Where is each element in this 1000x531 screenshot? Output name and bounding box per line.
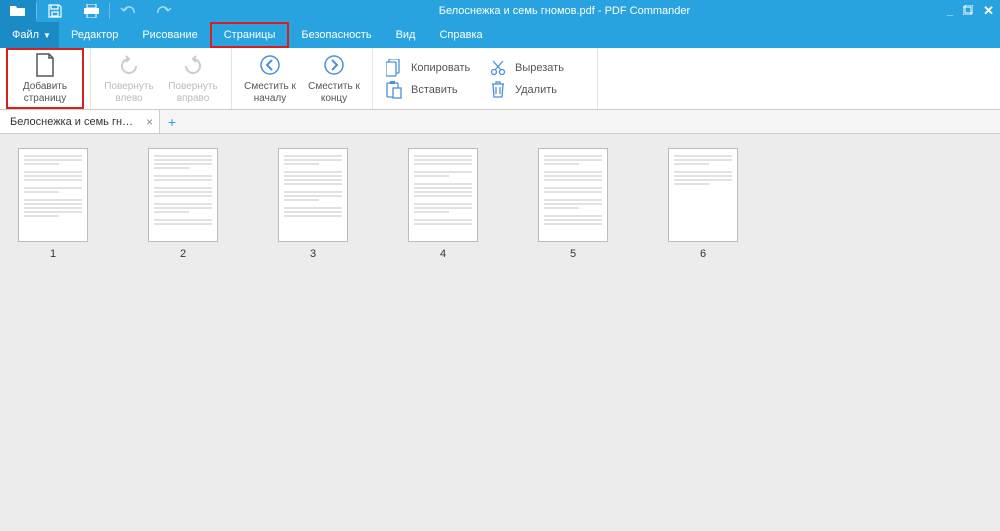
thumbnail-item[interactable]: 1 (18, 148, 88, 260)
save-button[interactable] (37, 0, 73, 22)
label: Вставить (411, 84, 458, 96)
shift-start-button[interactable]: Сместить к началу (238, 48, 302, 109)
page-thumbnail (408, 148, 478, 242)
arrow-right-circle-icon (323, 53, 345, 77)
document-tab[interactable]: Белоснежка и семь гном... × (0, 110, 160, 133)
label-l1: Сместить к (308, 81, 360, 93)
label-l2: началу (254, 93, 286, 105)
scissors-icon (489, 60, 507, 76)
close-tab-icon[interactable]: × (146, 115, 153, 129)
menu-bar: Файл ▼ Редактор Рисование Страницы Безоп… (0, 22, 1000, 48)
page-thumbnail (538, 148, 608, 242)
label-l1: Добавить (23, 81, 67, 93)
ribbon-group-rotate: Повернуть влево Повернуть вправо (91, 48, 232, 109)
page-number-label: 1 (50, 248, 56, 260)
page-thumbnail (148, 148, 218, 242)
arrow-left-circle-icon (259, 53, 281, 77)
label-l2: страницу (24, 93, 67, 105)
label-l1: Повернуть (104, 81, 153, 93)
page-thumbnail (18, 148, 88, 242)
menu-file[interactable]: Файл ▼ (0, 22, 59, 48)
undo-button[interactable] (110, 0, 146, 22)
minimize-icon[interactable]: _ (947, 5, 953, 17)
rotate-right-button[interactable]: Повернуть вправо (161, 48, 225, 109)
menu-view[interactable]: Вид (384, 22, 428, 48)
rotate-left-button[interactable]: Повернуть влево (97, 48, 161, 109)
rotate-left-icon (118, 53, 140, 77)
thumbnail-item[interactable]: 2 (148, 148, 218, 260)
label: Удалить (515, 84, 557, 96)
menu-file-label: Файл (12, 29, 39, 41)
page-number-label: 4 (440, 248, 446, 260)
thumbnail-item[interactable]: 4 (408, 148, 478, 260)
add-tab-button[interactable]: + (160, 110, 184, 133)
add-page-button[interactable]: Добавить страницу (6, 48, 84, 109)
menu-pages[interactable]: Страницы (210, 22, 290, 48)
delete-button[interactable]: Удалить (489, 81, 585, 99)
label-l1: Сместить к (244, 81, 296, 93)
thumbnail-item[interactable]: 3 (278, 148, 348, 260)
label-l2: вправо (177, 93, 210, 105)
menu-drawing[interactable]: Рисование (130, 22, 209, 48)
title-bar: Белоснежка и семь гномов.pdf - PDF Comma… (0, 0, 1000, 22)
maximize-icon[interactable] (963, 5, 973, 18)
titlebar-left (0, 0, 182, 22)
page-number-label: 2 (180, 248, 186, 260)
document-tab-bar: Белоснежка и семь гном... × + (0, 110, 1000, 134)
page-number-label: 5 (570, 248, 576, 260)
close-icon[interactable]: ✕ (983, 3, 994, 19)
shift-end-button[interactable]: Сместить к концу (302, 48, 366, 109)
rotate-right-icon (182, 53, 204, 77)
ribbon-group-shift: Сместить к началу Сместить к концу (232, 48, 373, 109)
menu-editor[interactable]: Редактор (59, 22, 130, 48)
page-thumbnails-workspace: 1 2 3 4 5 6 (0, 134, 1000, 531)
label-l1: Повернуть (168, 81, 217, 93)
chevron-down-icon: ▼ (43, 31, 51, 40)
menu-security[interactable]: Безопасность (289, 22, 383, 48)
print-button[interactable] (73, 0, 109, 22)
label-l2: влево (115, 93, 142, 105)
label: Копировать (411, 62, 470, 74)
open-folder-button[interactable] (0, 0, 36, 22)
thumbnail-item[interactable]: 5 (538, 148, 608, 260)
cut-button[interactable]: Вырезать (489, 59, 585, 77)
label-l2: концу (321, 93, 347, 105)
paste-button[interactable]: Вставить (385, 81, 481, 99)
window-title: Белоснежка и семь гномов.pdf - PDF Comma… (182, 5, 947, 17)
label: Вырезать (515, 62, 564, 74)
paste-icon (385, 81, 403, 99)
thumbnail-item[interactable]: 6 (668, 148, 738, 260)
menu-help[interactable]: Справка (427, 22, 494, 48)
copy-button[interactable]: Копировать (385, 59, 481, 77)
document-tab-label: Белоснежка и семь гном... (10, 116, 138, 128)
copy-icon (385, 59, 403, 77)
window-controls: _ ✕ (947, 0, 1000, 22)
page-number-label: 3 (310, 248, 316, 260)
ribbon-group-add: Добавить страницу (0, 48, 91, 109)
ribbon-toolbar: Добавить страницу Повернуть влево Поверн… (0, 48, 1000, 110)
page-thumbnail (278, 148, 348, 242)
trash-icon (489, 81, 507, 98)
page-thumbnail (668, 148, 738, 242)
ribbon-group-clipboard: Копировать Вырезать Вставить Удалить (373, 48, 598, 109)
redo-button[interactable] (146, 0, 182, 22)
page-icon (35, 53, 55, 77)
page-number-label: 6 (700, 248, 706, 260)
